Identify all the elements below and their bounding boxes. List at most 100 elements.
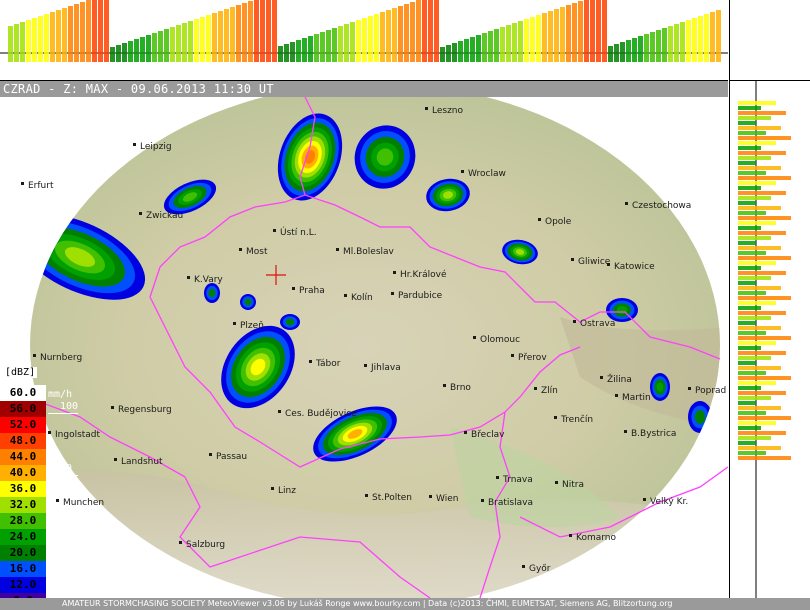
top-profile-bar — [542, 13, 547, 62]
top-profile-bar — [704, 14, 709, 62]
city-dot — [522, 565, 525, 568]
top-profile-bar — [524, 19, 529, 62]
city-marker: Velký Kr. — [643, 497, 688, 507]
top-profile-bar — [266, 0, 271, 62]
right-profile-bar — [738, 101, 776, 105]
city-label: Ústí n.L. — [280, 226, 317, 238]
right-profile-bar — [738, 126, 781, 130]
top-profile-bar — [344, 24, 349, 62]
city-dot — [114, 458, 117, 461]
top-profile-bar — [56, 10, 61, 62]
top-profile-bar — [140, 37, 145, 62]
city-label: Pardubice — [398, 291, 443, 301]
city-label: Wroclaw — [468, 169, 506, 179]
city-marker: Salzburg — [179, 540, 225, 550]
top-profile-bar — [224, 9, 229, 62]
top-profile-bar — [134, 39, 139, 62]
city-dot — [555, 481, 558, 484]
city-label: B.Bystrica — [631, 429, 676, 439]
legend-rate-1: 1 — [60, 523, 67, 534]
top-profile-bar — [176, 25, 181, 62]
right-profile-bar — [738, 121, 756, 125]
top-profile-bar — [560, 7, 565, 62]
top-profile-bar — [236, 5, 241, 62]
top-profile-bar — [386, 10, 391, 62]
top-profile-bar — [26, 20, 31, 62]
city-marker: Zwickau — [139, 211, 183, 221]
top-profile-bar — [146, 35, 151, 62]
top-profile-bar — [518, 21, 523, 62]
top-profile-bar — [50, 12, 55, 62]
right-profile-bar — [738, 351, 786, 355]
legend-rate-10: 10 — [60, 463, 73, 474]
city-dot — [443, 384, 446, 387]
city-label: Ces. Budějovice — [285, 409, 357, 419]
city-dot — [554, 416, 557, 419]
city-marker: Olomouc — [473, 335, 520, 345]
city-label: Žilina — [607, 373, 632, 385]
city-label: Praha — [299, 286, 325, 296]
right-profile-bar — [738, 281, 756, 285]
top-profile-bar — [686, 20, 691, 62]
right-profile-bar — [738, 326, 781, 330]
radar-viewer: CZRAD - Z: MAX - 09.06.2013 11:30 UT Les… — [0, 0, 810, 610]
right-profile-bar — [738, 216, 791, 220]
right-profile-bar — [738, 336, 791, 340]
top-profile-bar — [302, 38, 307, 62]
top-profile-bar — [674, 24, 679, 62]
top-profile-bar — [242, 3, 247, 62]
city-label: Leipzig — [140, 142, 172, 152]
right-profile-bar — [738, 211, 766, 215]
right-profile-bar — [738, 366, 781, 370]
right-profile-bar — [738, 291, 766, 295]
city-label: Nitra — [562, 480, 584, 490]
city-dot — [33, 354, 36, 357]
right-profile-bar — [738, 396, 771, 400]
top-profile-bar — [506, 25, 511, 62]
right-profile-bar — [738, 111, 786, 115]
right-profile-bar — [738, 131, 766, 135]
radar-map: Leszno Leipzig Erfurt Zwickau Wroclaw Czestoc… — [0, 97, 728, 598]
right-profile-bar — [738, 361, 756, 365]
top-profile-bar — [494, 29, 499, 62]
top-profile-bar — [62, 8, 67, 62]
city-dot — [292, 287, 295, 290]
right-profile-bar — [738, 106, 761, 110]
city-dot — [511, 354, 514, 357]
right-profile-bar — [738, 371, 766, 375]
city-dot — [391, 292, 394, 295]
legend-level-44-0: 44.0 — [0, 449, 46, 465]
city-marker: Ostrava — [573, 319, 615, 329]
city-label: Leszno — [432, 106, 464, 116]
city-dot — [133, 143, 136, 146]
top-profile-bar — [170, 27, 175, 62]
city-marker: Komarno — [569, 533, 616, 543]
corner-box — [729, 0, 810, 81]
city-label: Olomouc — [480, 335, 520, 345]
legend-rate-0-1: 0.1 — [60, 583, 79, 594]
top-profile-bar — [182, 23, 187, 62]
city-dot — [538, 218, 541, 221]
top-profile-bar — [230, 7, 235, 62]
city-label: Most — [246, 247, 268, 257]
city-label: Erfurt — [28, 181, 54, 191]
right-profile-bar — [738, 206, 781, 210]
city-dot — [425, 107, 428, 110]
top-profile-bar — [116, 45, 121, 62]
top-profile-bar — [536, 15, 541, 62]
top-profile-bar — [290, 42, 295, 62]
top-profile-bar — [656, 30, 661, 62]
city-dot — [496, 476, 499, 479]
right-profile-bar — [738, 306, 761, 310]
right-profile-bar — [738, 236, 771, 240]
city-dot — [278, 410, 281, 413]
right-profile-bar — [738, 191, 786, 195]
top-profile-bar — [308, 36, 313, 62]
city-label: Jihlava — [370, 363, 401, 373]
city-label: Zwickau — [146, 211, 183, 221]
top-profile-bar — [614, 44, 619, 62]
city-dot — [364, 364, 367, 367]
city-dot — [209, 453, 212, 456]
right-profile-bar — [738, 431, 786, 435]
city-dot — [271, 487, 274, 490]
